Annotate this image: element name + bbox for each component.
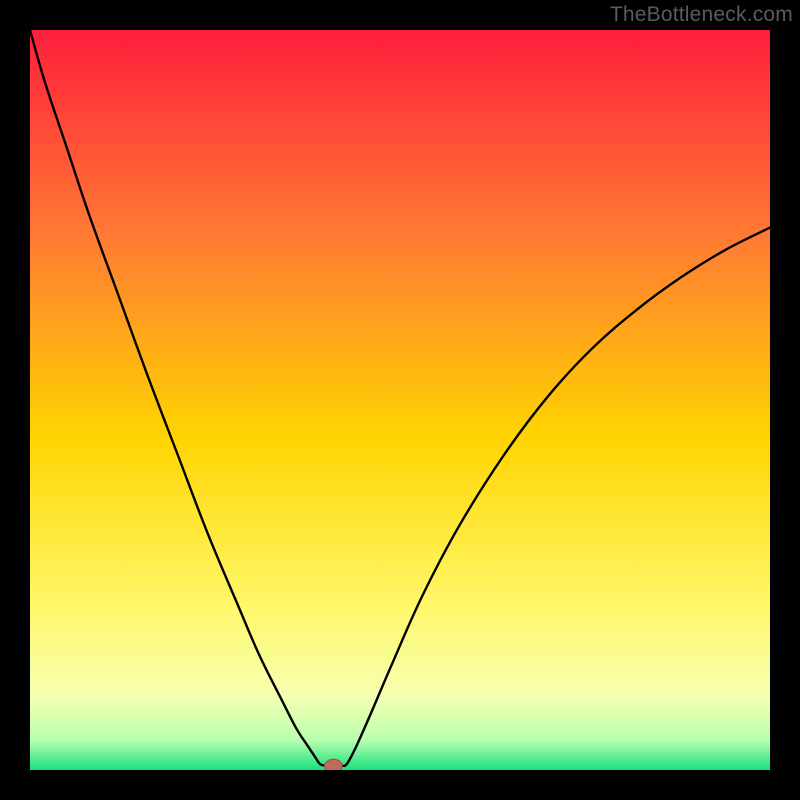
plot-area — [30, 30, 770, 770]
chart-frame: TheBottleneck.com — [0, 0, 800, 800]
plot-svg — [30, 30, 770, 770]
optimum-marker — [325, 759, 343, 770]
watermark-text: TheBottleneck.com — [610, 3, 793, 27]
gradient-bg — [30, 30, 770, 770]
